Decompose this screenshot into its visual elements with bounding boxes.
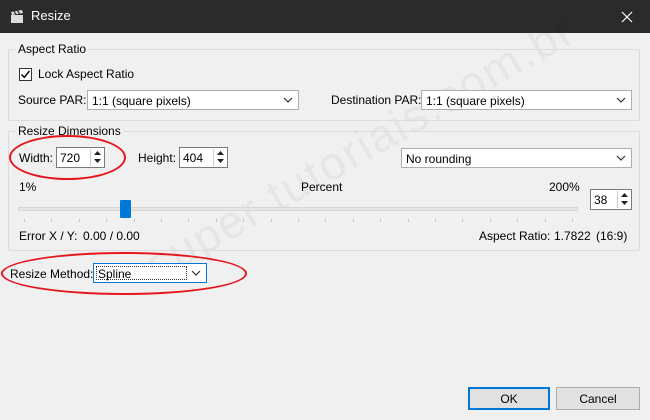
rounding-value: No rounding xyxy=(406,152,472,166)
error-label: Error X / Y: xyxy=(19,229,78,243)
slider-tick xyxy=(352,219,354,222)
triangle-up-icon xyxy=(620,193,628,197)
slider-tick xyxy=(133,219,135,222)
slider-tick xyxy=(78,219,80,222)
slider-tick xyxy=(572,219,573,222)
width-label: Width: xyxy=(19,151,54,165)
cancel-button-label: Cancel xyxy=(579,391,617,406)
slider-tick xyxy=(517,219,519,222)
slider-tick xyxy=(435,219,436,222)
height-label: Height: xyxy=(138,151,177,165)
slider-tick xyxy=(161,219,162,222)
slider-tick xyxy=(215,219,217,222)
chevron-down-icon xyxy=(616,155,626,161)
width-stepper[interactable]: 720 xyxy=(56,147,105,168)
slider-tick xyxy=(24,219,25,222)
triangle-up-icon xyxy=(216,151,224,155)
slider-tick xyxy=(544,219,546,222)
chevron-down-icon xyxy=(283,97,293,103)
triangle-down-icon xyxy=(620,201,628,205)
width-value: 720 xyxy=(60,151,81,165)
percent-value: 38 xyxy=(594,193,608,207)
aspect-ratio-group-label: Aspect Ratio xyxy=(16,42,89,56)
percent-decrement-button[interactable] xyxy=(618,199,630,207)
chevron-down-icon xyxy=(616,97,626,103)
triangle-down-icon xyxy=(216,159,224,163)
ok-button-label: OK xyxy=(500,391,518,406)
slider-tick xyxy=(462,219,464,222)
percent-label: Percent xyxy=(301,180,343,194)
checkmark-icon xyxy=(21,70,31,79)
source-par-value: 1:1 (square pixels) xyxy=(92,94,191,108)
destination-par-select[interactable]: 1:1 (square pixels) xyxy=(421,90,632,110)
slider-tick xyxy=(407,219,409,222)
width-increment-button[interactable] xyxy=(91,149,103,157)
aspect-ratio-value: 1.7822 xyxy=(554,229,591,243)
slider-tick xyxy=(380,219,382,222)
aspect-ratio-label: Aspect Ratio: xyxy=(479,229,551,243)
percent-slider-thumb[interactable] xyxy=(120,200,131,218)
lock-aspect-ratio-checkbox[interactable] xyxy=(19,68,32,81)
chevron-down-icon xyxy=(191,270,201,276)
aspect-ratio-text: (16:9) xyxy=(596,229,628,243)
height-decrement-button[interactable] xyxy=(214,157,226,165)
destination-par-value: 1:1 (square pixels) xyxy=(426,94,525,108)
destination-par-label: Destination PAR: xyxy=(331,93,422,107)
slider-tick xyxy=(188,219,190,222)
width-decrement-button[interactable] xyxy=(91,157,103,165)
source-par-label: Source PAR: xyxy=(18,93,87,107)
triangle-up-icon xyxy=(93,151,101,155)
close-button[interactable] xyxy=(604,0,650,33)
close-icon xyxy=(621,11,633,22)
window-title: Resize xyxy=(31,8,71,23)
height-value: 404 xyxy=(183,151,204,165)
clapperboard-icon xyxy=(11,10,23,23)
height-increment-button[interactable] xyxy=(214,149,226,157)
slider-tick xyxy=(106,219,108,222)
cancel-button[interactable]: Cancel xyxy=(556,387,640,410)
percent-increment-button[interactable] xyxy=(618,191,630,199)
slider-tick xyxy=(270,219,272,222)
percent-max-label: 200% xyxy=(549,180,580,194)
aspect-ratio-group xyxy=(8,49,640,121)
percent-slider-track[interactable] xyxy=(18,207,578,211)
ok-button[interactable]: OK xyxy=(468,387,550,410)
resize-dimensions-group-label: Resize Dimensions xyxy=(16,124,123,138)
height-stepper[interactable]: 404 xyxy=(179,147,228,168)
title-bar: Resize xyxy=(0,0,650,33)
lock-aspect-ratio-label: Lock Aspect Ratio xyxy=(38,67,135,81)
resize-method-label: Resize Method: xyxy=(10,267,94,281)
rounding-select[interactable]: No rounding xyxy=(401,148,632,168)
source-par-select[interactable]: 1:1 (square pixels) xyxy=(87,90,299,110)
resize-method-select[interactable]: Spline xyxy=(93,263,207,283)
triangle-down-icon xyxy=(93,159,101,163)
percent-stepper[interactable]: 38 xyxy=(590,189,632,210)
slider-tick xyxy=(325,219,327,222)
percent-min-label: 1% xyxy=(19,180,37,194)
slider-tick xyxy=(243,219,245,222)
slider-tick xyxy=(51,219,53,222)
slider-tick xyxy=(298,219,299,222)
error-value: 0.00 / 0.00 xyxy=(83,229,140,243)
resize-method-value: Spline xyxy=(98,267,132,281)
slider-tick xyxy=(489,219,491,222)
